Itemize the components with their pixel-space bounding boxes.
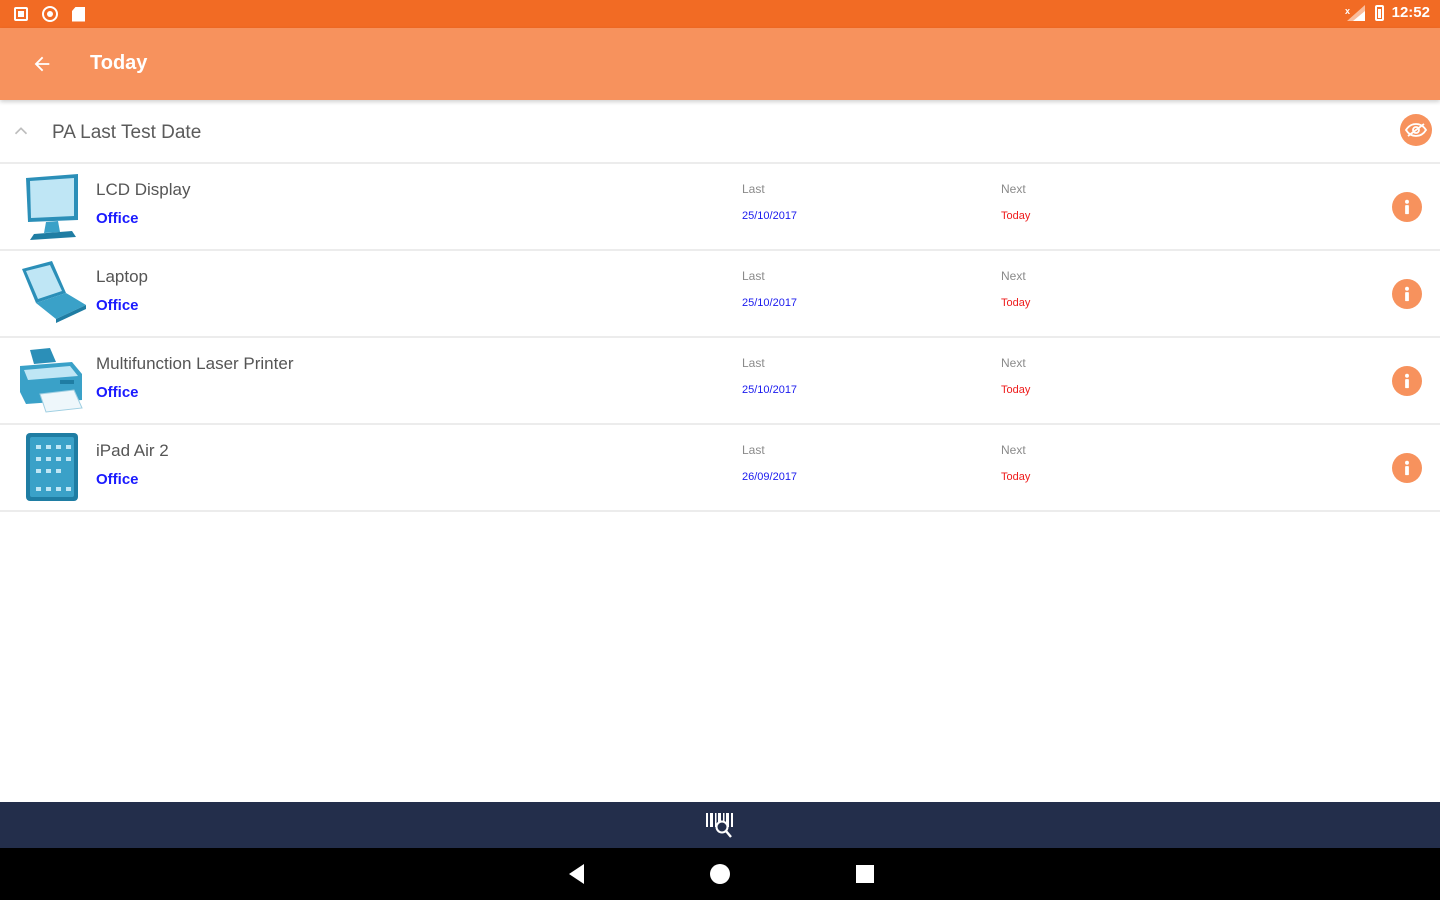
next-label: Next (1001, 269, 1026, 283)
next-label: Next (1001, 443, 1026, 457)
info-icon (1405, 199, 1409, 215)
page-title: Today (90, 52, 148, 74)
eye-off-icon (1404, 123, 1428, 137)
next-date: Today (1001, 297, 1031, 309)
notification-circle-icon (42, 6, 58, 22)
scan-button[interactable] (703, 808, 737, 842)
sd-card-icon (72, 6, 85, 22)
monitor-icon (26, 174, 78, 240)
app-bar: Today (0, 28, 1440, 100)
next-label: Next (1001, 182, 1026, 196)
arrow-left-icon (34, 56, 50, 72)
tablet-icon (26, 433, 78, 501)
asset-location: Office (96, 297, 139, 314)
info-icon (1405, 286, 1409, 302)
next-date: Today (1001, 210, 1031, 222)
asset-name: Laptop (96, 267, 148, 286)
last-label: Last (742, 269, 765, 283)
asset-list: LCD Display Office Last 25/10/2017 Next … (0, 164, 1440, 512)
info-button[interactable] (1392, 366, 1422, 396)
svg-text:x: x (1345, 6, 1350, 16)
last-label: Last (742, 443, 765, 457)
info-button[interactable] (1392, 279, 1422, 309)
last-date: 25/10/2017 (742, 210, 798, 222)
notification-square-icon (14, 7, 28, 21)
list-item[interactable]: iPad Air 2 Office Last 26/09/2017 Next T… (0, 425, 1440, 512)
last-date: 25/10/2017 (742, 297, 798, 309)
asset-location: Office (96, 384, 139, 401)
last-date: 26/09/2017 (742, 471, 798, 483)
battery-icon (1374, 4, 1384, 21)
nav-recents-icon[interactable] (856, 865, 874, 883)
asset-name: LCD Display (96, 180, 191, 199)
barcode-scan-icon (706, 813, 733, 838)
info-button[interactable] (1392, 192, 1422, 222)
list-item[interactable]: LCD Display Office Last 25/10/2017 Next … (0, 164, 1440, 251)
bottom-toolbar (0, 802, 1440, 848)
asset-name: iPad Air 2 (96, 441, 169, 460)
hide-section-button[interactable] (1400, 114, 1432, 146)
status-time: 12:52 (1391, 4, 1430, 21)
asset-location: Office (96, 471, 139, 488)
next-label: Next (1001, 356, 1026, 370)
info-icon (1405, 460, 1409, 476)
last-label: Last (742, 356, 765, 370)
asset-location: Office (96, 210, 139, 227)
info-icon (1405, 373, 1409, 389)
asset-name: Multifunction Laser Printer (96, 354, 294, 373)
section-title: PA Last Test Date (52, 122, 202, 143)
status-right-icons: x 12:52 (1345, 4, 1430, 21)
section-header[interactable]: PA Last Test Date (0, 100, 1440, 164)
chevron-up-icon[interactable] (10, 120, 32, 142)
nav-back-icon[interactable] (566, 862, 588, 886)
next-date: Today (1001, 384, 1031, 396)
back-button[interactable] (24, 46, 60, 82)
info-button[interactable] (1392, 453, 1422, 483)
laptop-icon (22, 261, 86, 323)
status-bar: x 12:52 (0, 0, 1440, 28)
list-item[interactable]: Laptop Office Last 25/10/2017 Next Today (0, 251, 1440, 338)
nav-home-icon[interactable] (710, 864, 730, 884)
list-item[interactable]: Multifunction Laser Printer Office Last … (0, 338, 1440, 425)
printer-icon (20, 348, 83, 413)
next-date: Today (1001, 471, 1031, 483)
screen: x 12:52 Today PA Last Test Date LCD Disp… (0, 0, 1440, 900)
last-date: 25/10/2017 (742, 384, 798, 396)
last-label: Last (742, 182, 765, 196)
system-nav-bar (0, 848, 1440, 900)
signal-icon: x (1345, 4, 1365, 21)
status-left-icons (14, 6, 85, 22)
